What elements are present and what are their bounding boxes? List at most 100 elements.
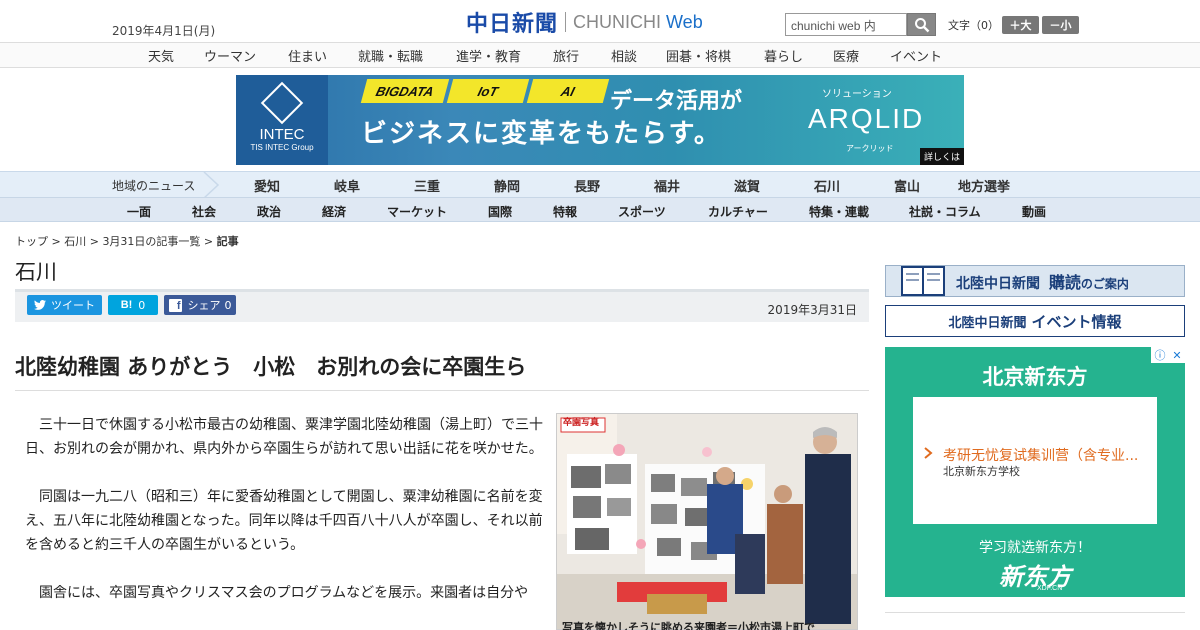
section-item[interactable]: 動画 xyxy=(1022,203,1046,220)
logo-web-text: Web xyxy=(666,11,703,32)
category-item[interactable]: イベント xyxy=(890,46,942,65)
category-item[interactable]: 囲碁・将棋 xyxy=(666,46,731,65)
region-item[interactable]: 福井 xyxy=(654,176,680,195)
banner-tag: AI xyxy=(526,79,610,103)
banner-copy-2: ビジネスに変革をもたらす。 xyxy=(361,119,722,149)
section-item[interactable]: スポーツ xyxy=(618,203,666,220)
banner-tags: BIGDATA IoT AI xyxy=(360,79,610,103)
article-photo[interactable]: 卒園写真 xyxy=(556,413,858,630)
subscribe-bold: 購読 xyxy=(1048,273,1081,292)
ad-close-icon: ✕ xyxy=(1172,348,1182,362)
subscribe-text: 北陸中日新聞 購読のご案内 xyxy=(956,269,1129,293)
hatena-count: 0 xyxy=(138,298,146,312)
region-item[interactable]: 滋賀 xyxy=(734,176,760,195)
region-item[interactable]: 地方選挙 xyxy=(958,176,1010,195)
banner-brand: INTEC xyxy=(259,126,305,143)
logo-jp-text: 中日新聞 xyxy=(466,12,559,37)
article-paragraph: 三十一日で休園する小松市最古の幼稚園、粟津学園北陸幼稚園（湯上町）で三十日、お別… xyxy=(25,417,543,457)
region-item[interactable]: 石川 xyxy=(814,176,840,195)
section-item[interactable]: 社会 xyxy=(192,203,216,220)
region-item[interactable]: 三重 xyxy=(414,176,440,195)
subscribe-tail: のご案内 xyxy=(1080,277,1129,291)
tweet-label: ツイート xyxy=(51,299,95,312)
font-bigger-button[interactable]: ＋大 xyxy=(1002,16,1039,34)
banner-solution-label: ソリューション xyxy=(822,89,892,100)
ad-brand: 新东方 xyxy=(999,563,1071,591)
breadcrumb-top-link[interactable]: トップ xyxy=(15,235,48,248)
region-item[interactable]: 愛知 xyxy=(254,176,280,195)
subscribe-main: 北陸中日新聞 xyxy=(956,276,1040,292)
event-info-link[interactable]: 北陸中日新聞 イベント情報 xyxy=(885,305,1185,337)
banner-ad[interactable]: INTEC TIS INTEC Group BIGDATA IoT AI データ… xyxy=(236,75,964,165)
breadcrumb-current: 記事 xyxy=(216,235,239,248)
category-item[interactable]: 就職・転職 xyxy=(358,46,423,65)
sidebar-divider xyxy=(885,612,1185,613)
font-size-label: 文字（0） xyxy=(948,19,999,32)
tweet-button[interactable]: ツイート xyxy=(27,295,102,315)
site-logo[interactable]: 中日新聞 CHUNICHI Web xyxy=(466,8,703,38)
banner-brand-sub: TIS INTEC Group xyxy=(250,143,314,152)
banner-brand-block: INTEC TIS INTEC Group xyxy=(236,75,328,165)
category-item[interactable]: 医療 xyxy=(833,46,859,65)
logo-en-text: CHUNICHI xyxy=(573,11,662,32)
ad-title: 北京新东方 xyxy=(982,365,1088,389)
banner-copy-1: データ活用が xyxy=(610,89,743,114)
headline-divider xyxy=(15,390,869,391)
region-item[interactable]: 富山 xyxy=(894,176,920,195)
search-icon xyxy=(914,17,929,32)
facebook-share-button[interactable]: f シェア 0 xyxy=(164,295,236,315)
sidebar-ad[interactable]: ⓘ ✕ 北京新东方 考研无忧复试集训营（含专业... 北京新东方学校 学习就选新东… xyxy=(885,347,1185,597)
category-item[interactable]: ウーマン xyxy=(204,46,256,65)
article-headline: 北陸幼稚園 ありがとう 小松 お別れの会に卒園生ら xyxy=(15,355,527,379)
book-icon xyxy=(901,266,945,296)
article-paragraph: 同園は一九二八（昭和三）年に愛香幼稚園として開園し、粟津幼稚園に名前を変え、五八… xyxy=(25,489,543,553)
banner-detail-link[interactable]: 詳しくは xyxy=(919,148,964,165)
section-item[interactable]: 特集・連載 xyxy=(809,203,869,220)
facebook-label: シェア xyxy=(187,299,221,312)
category-item[interactable]: 相談 xyxy=(611,46,637,65)
section-item[interactable]: 一面 xyxy=(127,203,151,220)
category-item[interactable]: 進学・教育 xyxy=(456,46,521,65)
section-nav: 一面 社会 政治 経済 マーケット 国際 特報 スポーツ カルチャー 特集・連載… xyxy=(0,197,1200,222)
photo-sign-text: 卒園写真 xyxy=(563,418,600,428)
region-item[interactable]: 長野 xyxy=(574,176,600,195)
article-paragraph: 園舎には、卒園写真やクリスマス会のプログラムなどを展示。来園者は自分や xyxy=(39,585,529,601)
search-input[interactable]: chunichi web 内 xyxy=(785,13,907,36)
category-item[interactable]: 暮らし xyxy=(764,46,803,65)
section-item[interactable]: 特報 xyxy=(553,203,577,220)
hatena-icon: B! xyxy=(120,299,133,311)
breadcrumb-separator: > xyxy=(200,235,217,248)
region-item[interactable]: 静岡 xyxy=(494,176,520,195)
category-item[interactable]: 天気 xyxy=(148,46,174,65)
banner-tag: BIGDATA xyxy=(360,79,450,103)
section-item[interactable]: 経済 xyxy=(322,203,346,220)
category-item[interactable]: 住まい xyxy=(288,46,327,65)
facebook-icon: f xyxy=(168,298,182,312)
ad-card[interactable]: 考研无忧复试集训营（含专业... 北京新东方学校 xyxy=(913,397,1157,524)
banner-product: ARQLID xyxy=(808,103,925,134)
subscribe-banner[interactable]: 北陸中日新聞 購読のご案内 xyxy=(885,265,1185,297)
photo-scene xyxy=(557,414,857,629)
category-item[interactable]: 旅行 xyxy=(553,46,579,65)
facebook-count: 0 xyxy=(224,298,232,312)
breadcrumb-region-link[interactable]: 石川 xyxy=(64,235,86,248)
share-bar: ツイート B! 0 f シェア 0 2019年3月31日 xyxy=(15,289,869,322)
section-item[interactable]: マーケット xyxy=(387,203,447,220)
section-item[interactable]: 政治 xyxy=(257,203,281,220)
region-arrow-icon xyxy=(203,172,220,198)
photo-caption: 写真を懐かしそうに眺める来園者＝小松市湯上町で xyxy=(562,621,815,630)
breadcrumb-list-link[interactable]: 3月31日の記事一覧 xyxy=(102,235,200,248)
region-item[interactable]: 岐阜 xyxy=(334,176,360,195)
article-date: 2019年3月31日 xyxy=(767,303,857,317)
section-item[interactable]: カルチャー xyxy=(708,203,768,220)
section-item[interactable]: 社説・コラム xyxy=(909,203,981,220)
breadcrumb-separator: > xyxy=(48,235,65,248)
section-item[interactable]: 国際 xyxy=(488,203,512,220)
hatena-button[interactable]: B! 0 xyxy=(108,295,158,315)
font-smaller-button[interactable]: －小 xyxy=(1042,16,1079,34)
breadcrumb-separator: > xyxy=(86,235,103,248)
site-header: 2019年4月1日(月) 中日新聞 CHUNICHI Web chunichi … xyxy=(0,0,1200,42)
ad-card-subtitle: 北京新东方学校 xyxy=(943,465,1020,478)
page-title: 石川 xyxy=(15,260,57,284)
search-button[interactable] xyxy=(907,13,936,36)
